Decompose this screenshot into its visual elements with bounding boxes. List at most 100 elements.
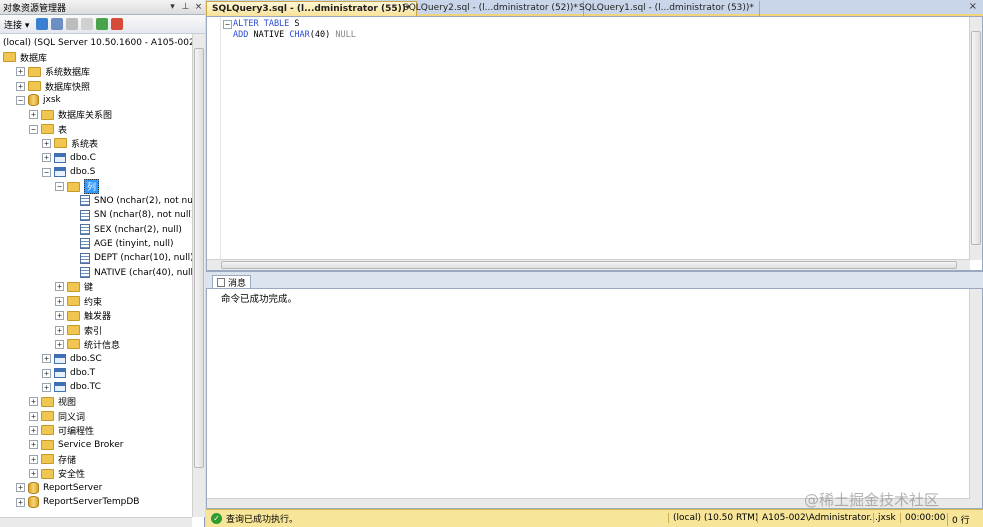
tree-node[interactable]: DEPT (nchar(10), null) [68, 251, 192, 265]
tree-node[interactable]: + 安全性 [29, 467, 85, 481]
expand-icon[interactable]: + [29, 110, 38, 120]
tree-node[interactable]: (local) (SQL Server 10.50.1600 - A105-00… [3, 36, 192, 50]
expand-icon[interactable]: + [55, 325, 64, 335]
tree-node[interactable]: + dbo.C [42, 151, 96, 165]
tree-node[interactable]: + 键 [55, 280, 93, 294]
tree-node[interactable]: + dbo.T [42, 366, 95, 380]
tree-node[interactable]: + 触发器 [55, 309, 111, 323]
tree-node[interactable]: + ReportServerTempDB [16, 495, 139, 509]
tree-node[interactable]: + Service Broker [29, 438, 123, 452]
scroll-thumb[interactable] [221, 261, 957, 269]
tree-node[interactable]: − dbo.S [42, 165, 95, 179]
close-icon[interactable]: × [969, 1, 977, 12]
disconnect-icon[interactable] [51, 18, 64, 30]
expand-icon[interactable]: + [29, 454, 38, 464]
tab-query-2[interactable]: SQLQuery2.sql - (l...dministrator (52))* [398, 1, 584, 16]
expand-icon[interactable]: + [16, 67, 25, 77]
tree-node[interactable]: NATIVE (char(40), null) [68, 266, 192, 280]
tree-horizontal-scrollbar[interactable] [0, 517, 192, 527]
refresh-icon[interactable] [96, 18, 109, 30]
expand-icon[interactable]: + [29, 425, 38, 435]
query-editor[interactable]: − ALTER TABLE S ADD NATIVE CHAR(40) NULL [206, 16, 983, 271]
filter-icon[interactable] [81, 18, 94, 30]
tree-node-label: 触发器 [84, 312, 112, 323]
tree-node[interactable]: + 统计信息 [55, 337, 120, 351]
tree-node[interactable]: SNO (nchar(2), not null) [68, 194, 192, 208]
expand-icon[interactable]: + [55, 311, 64, 321]
expand-icon[interactable]: + [29, 440, 38, 450]
tree-node[interactable]: + 系统数据库 [16, 65, 90, 79]
connect-icon[interactable] [36, 18, 49, 30]
tree-node[interactable]: + 数据库关系图 [29, 108, 112, 122]
editor-vertical-scrollbar[interactable] [969, 17, 982, 260]
tree-node[interactable]: + dbo.TC [42, 380, 101, 394]
expand-icon[interactable]: + [16, 483, 25, 493]
expand-icon[interactable]: + [42, 138, 51, 148]
collapse-icon[interactable]: − [16, 95, 25, 105]
expand-icon[interactable]: + [29, 469, 38, 478]
column-icon [80, 224, 90, 236]
tree-node[interactable]: + dbo.SC [42, 352, 102, 366]
table-icon [54, 152, 66, 163]
tab-query-1[interactable]: SQLQuery3.sql - (l...dministrator (55))* [206, 1, 417, 16]
tree-node-label: NATIVE (char(40), null) [94, 267, 192, 278]
tree-node[interactable]: + 同义词 [29, 409, 85, 423]
tree-node-label: 视图 [58, 398, 77, 409]
tree-node[interactable]: + 可编程性 [29, 423, 94, 437]
tab-query-3[interactable]: SQLQuery1.sql - (l...dministrator (53))* [574, 1, 760, 16]
tree-node[interactable]: SN (nchar(8), not null) [68, 208, 192, 222]
column-icon [80, 209, 90, 221]
tree-vertical-scrollbar[interactable] [192, 34, 205, 517]
expand-icon[interactable]: + [42, 368, 51, 378]
collapse-icon[interactable]: − [42, 167, 51, 177]
tree-node[interactable]: + 系统表 [42, 136, 98, 150]
folder-icon [3, 52, 16, 63]
tree-node[interactable]: AGE (tinyint, null) [68, 237, 173, 251]
expand-icon[interactable]: + [16, 81, 25, 91]
tree-node[interactable]: + 索引 [55, 323, 102, 337]
editor-horizontal-scrollbar[interactable] [207, 259, 970, 270]
tree-node[interactable]: − 列 [55, 179, 100, 194]
column-icon [80, 195, 90, 207]
tree-node[interactable]: + 视图 [29, 395, 76, 409]
database-icon [28, 94, 39, 107]
expand-icon[interactable]: + [29, 397, 38, 407]
tree-node-label: dbo.S [70, 167, 96, 178]
collapse-icon[interactable]: − [55, 182, 64, 191]
tree-node[interactable]: SEX (nchar(2), null) [68, 223, 182, 237]
tree-node[interactable]: 数据库 [3, 50, 47, 64]
pin-icon[interactable]: ⊥ [179, 2, 192, 12]
expand-icon[interactable]: + [55, 296, 64, 306]
folder-icon [67, 339, 80, 350]
expand-icon[interactable]: + [29, 411, 38, 421]
tree-node[interactable]: + ReportServer [16, 481, 102, 495]
stop-icon[interactable] [66, 18, 79, 30]
tab-messages[interactable]: 消息 [212, 275, 252, 289]
tree-node-label: 列 [84, 179, 100, 194]
tree-node[interactable]: + 数据库快照 [16, 79, 90, 93]
tree-node[interactable]: + 约束 [55, 294, 102, 308]
expand-icon[interactable]: + [16, 497, 25, 507]
expand-icon[interactable]: + [42, 354, 51, 364]
summary-icon[interactable] [111, 18, 124, 30]
expand-icon[interactable]: + [42, 382, 51, 392]
expand-icon[interactable]: + [55, 339, 64, 349]
scroll-thumb[interactable] [194, 48, 204, 468]
tree-node-label: 表 [58, 125, 68, 136]
tree-node-label: SEX (nchar(2), null) [94, 224, 182, 235]
results-vertical-scrollbar[interactable] [969, 289, 982, 508]
folder-icon [41, 439, 54, 450]
scroll-thumb[interactable] [971, 31, 981, 245]
expand-icon[interactable]: + [55, 282, 64, 292]
collapse-icon[interactable]: − [29, 124, 38, 134]
tree-node-label: SN (nchar(8), not null) [94, 210, 192, 221]
tree-node[interactable]: − 表 [29, 122, 67, 136]
tree-node[interactable]: + 存储 [29, 452, 76, 466]
collapse-icon[interactable]: − [223, 20, 232, 29]
connect-button[interactable]: 连接 ▾ [4, 18, 29, 31]
expand-icon[interactable]: + [42, 153, 51, 163]
tree-node[interactable]: − jxsk [16, 93, 61, 107]
close-icon[interactable]: × [192, 2, 205, 12]
code-line-1: ALTER TABLE S [233, 19, 300, 29]
dropdown-icon[interactable]: ▾ [166, 2, 179, 12]
